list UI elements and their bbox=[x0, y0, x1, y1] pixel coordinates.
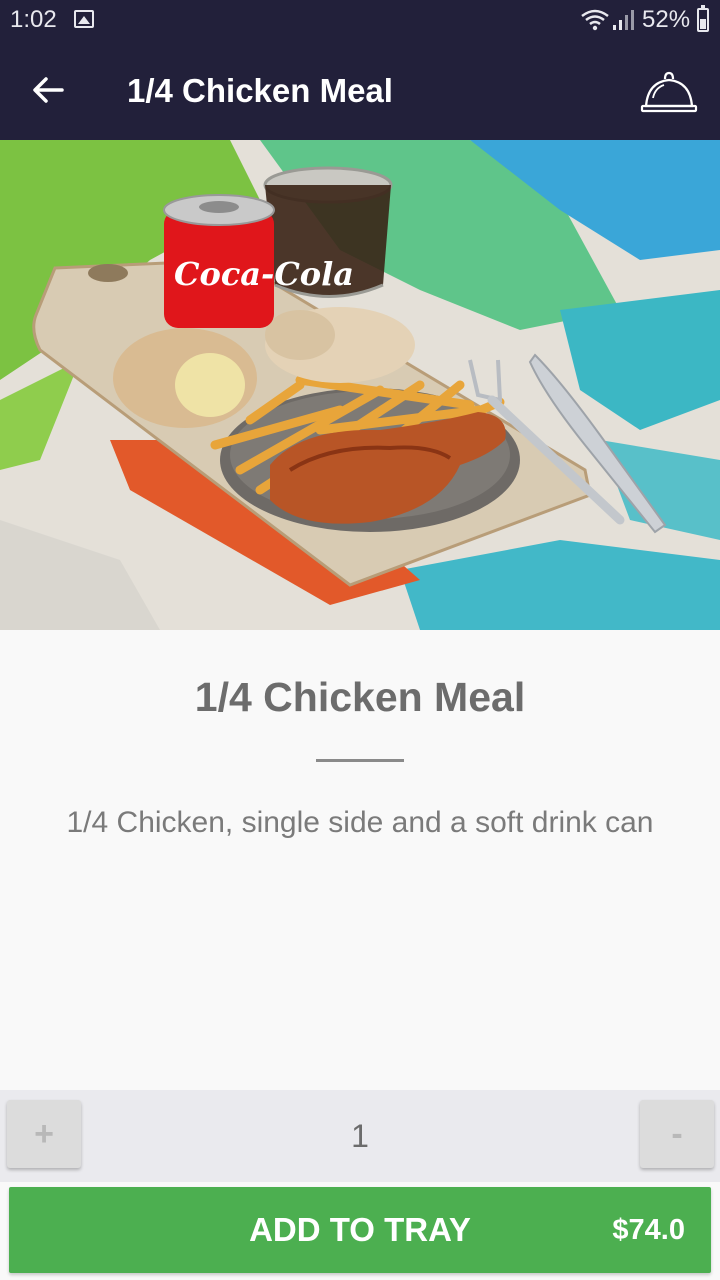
wifi-icon bbox=[581, 9, 609, 31]
battery-percent: 52% bbox=[642, 6, 691, 33]
back-arrow-icon[interactable] bbox=[28, 70, 68, 110]
item-description: 1/4 Chicken, single side and a soft drin… bbox=[66, 806, 654, 839]
can-label: Coca-Cola bbox=[174, 255, 354, 293]
status-bar: 1:02 52% bbox=[0, 0, 720, 40]
add-to-tray-label: ADD TO TRAY bbox=[249, 1211, 471, 1248]
item-details: 1/4 Chicken Meal 1/4 Chicken, single sid… bbox=[0, 630, 720, 1090]
signal-icon bbox=[613, 10, 634, 30]
service-bell-icon[interactable] bbox=[640, 66, 698, 116]
title-divider bbox=[316, 759, 404, 762]
app-bar-title: 1/4 Chicken Meal bbox=[127, 72, 393, 109]
price-label: $74.0 bbox=[612, 1214, 685, 1246]
meal-photo: Coca-Cola bbox=[0, 140, 720, 630]
status-time: 1:02 bbox=[10, 6, 57, 33]
add-to-tray-button[interactable]: ADD TO TRAY $74.0 bbox=[9, 1187, 711, 1273]
decrease-quantity-button[interactable]: - bbox=[640, 1100, 714, 1168]
app-bar: 1/4 Chicken Meal bbox=[0, 40, 720, 140]
image-notification-icon bbox=[74, 10, 94, 28]
quantity-value: 1 bbox=[351, 1118, 369, 1154]
item-title: 1/4 Chicken Meal bbox=[194, 674, 526, 720]
battery-icon bbox=[697, 5, 709, 32]
quantity-selector: + 1 - bbox=[0, 1090, 720, 1182]
